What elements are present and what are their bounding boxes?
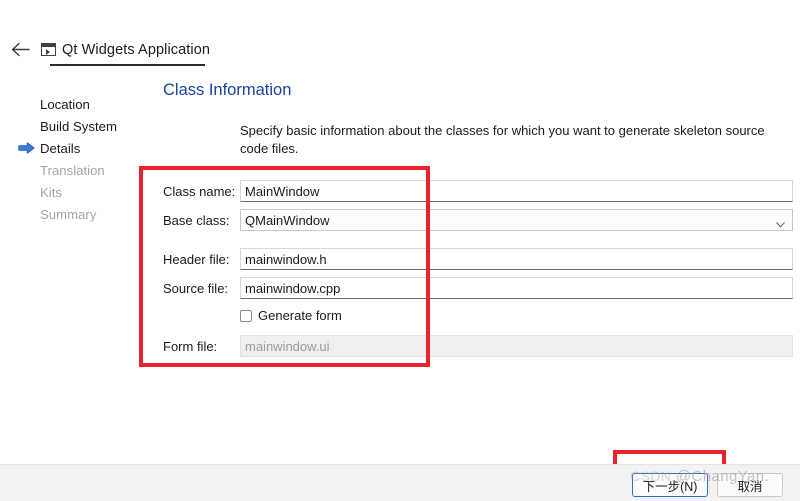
sidebar-item-details[interactable]: Details (0, 137, 135, 159)
class-name-input[interactable]: MainWindow (240, 180, 793, 202)
qt-app-icon (41, 43, 56, 56)
form-file-input: mainwindow.ui (240, 335, 793, 357)
sidebar-item-location[interactable]: Location (0, 93, 135, 115)
sidebar-item-label: Location (40, 96, 90, 112)
form-row-base-class: Base class: QMainWindow (163, 209, 793, 238)
sidebar-item-build-system[interactable]: Build System (0, 115, 135, 137)
generate-form-label: Generate form (258, 308, 342, 323)
form-row-form-file: Form file: mainwindow.ui (163, 335, 793, 364)
base-class-combobox[interactable]: QMainWindow (240, 209, 793, 231)
window-title: Qt Widgets Application (62, 42, 211, 58)
title-underline (50, 64, 205, 67)
cancel-button[interactable]: 取消 (717, 473, 783, 497)
sidebar-item-label: Build System (40, 118, 117, 134)
form-row-source-file: Source file: mainwindow.cpp (163, 277, 793, 306)
class-information-form: Class name: MainWindow Base class: QMain… (163, 180, 793, 364)
window-header: Qt Widgets Application (0, 0, 800, 70)
page-description: Specify basic information about the clas… (240, 123, 765, 156)
sidebar-item-translation[interactable]: Translation (0, 159, 135, 181)
back-arrow-icon[interactable] (8, 38, 32, 60)
header-file-input[interactable]: mainwindow.h (240, 248, 793, 270)
blue-arrow-cursor-icon (18, 142, 35, 155)
sidebar-item-label: Summary (40, 206, 97, 222)
form-file-label: Form file: (163, 339, 218, 354)
generate-form-checkbox[interactable]: Generate form (240, 308, 342, 323)
form-row-generate-form: Generate form (163, 306, 793, 335)
sidebar-item-kits[interactable]: Kits (0, 181, 135, 203)
form-row-class-name: Class name: MainWindow (163, 180, 793, 209)
wizard-step-list: Location Build System Details Translatio… (0, 93, 135, 225)
sidebar-item-label: Details (40, 140, 81, 156)
next-button[interactable]: 下一步(N) (632, 473, 708, 497)
checkbox-box-icon (240, 309, 252, 322)
base-class-label: Base class: (163, 213, 230, 228)
sidebar-item-summary[interactable]: Summary (0, 203, 135, 225)
source-file-input[interactable]: mainwindow.cpp (240, 277, 793, 299)
class-name-label: Class name: (163, 184, 236, 199)
form-row-header-file: Header file: mainwindow.h (163, 248, 793, 277)
sidebar-item-label: Translation (40, 162, 105, 178)
header-file-label: Header file: (163, 252, 230, 267)
source-file-label: Source file: (163, 281, 229, 296)
sidebar-item-label: Kits (40, 184, 62, 200)
dialog-footer: 下一步(N) 取消 (0, 464, 800, 501)
page-title: Class Information (163, 81, 292, 99)
